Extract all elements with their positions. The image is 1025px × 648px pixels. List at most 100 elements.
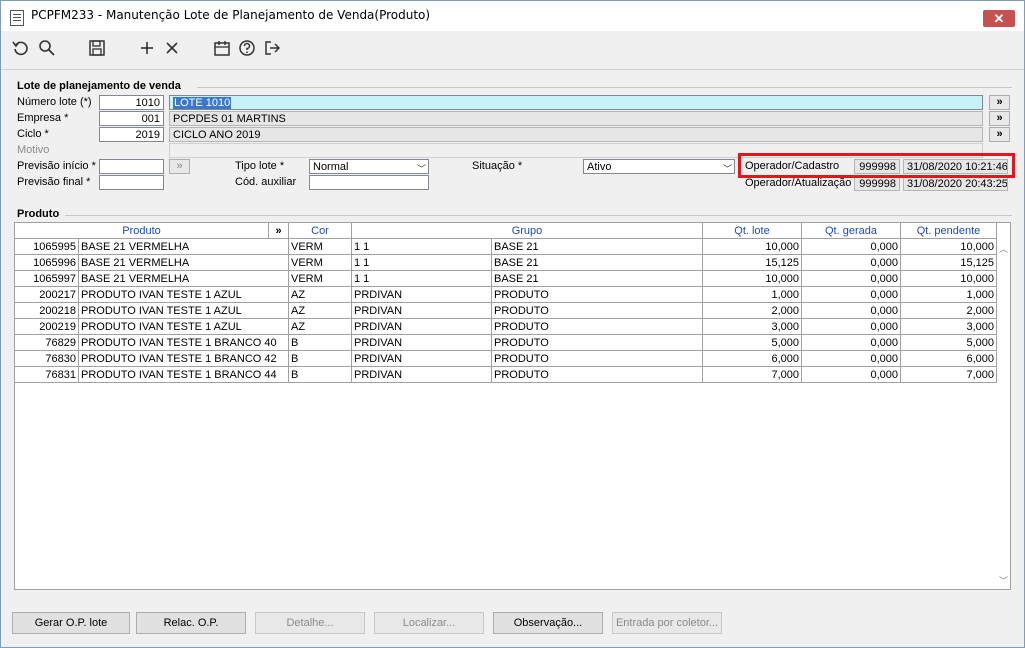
table-row[interactable]: 76829 PRODUTO IVAN TESTE 1 BRANCO 40 B PRDI… (15, 335, 997, 351)
lote-section-title: Lote de planejamento de venda (17, 80, 181, 92)
table-row[interactable]: 200217 PRODUTO IVAN TESTE 1 AZUL AZ PRDIVAN… (15, 287, 997, 303)
table-row[interactable]: 1065996 BASE 21 VERMELHA VERM 1 1 BASE 21 15,… (15, 255, 997, 271)
cod-auxiliar-input[interactable] (309, 175, 429, 190)
search-icon[interactable] (37, 39, 57, 59)
cell-qt-gerada: 0,000 (802, 255, 901, 271)
cod-auxiliar-label: Cód. auxiliar (235, 176, 297, 188)
column-header-cor[interactable]: Cor (289, 223, 352, 239)
cell-qt-pendente: 6,000 (901, 351, 997, 367)
previsao-inicio-label: Previsão início * (17, 160, 96, 172)
scroll-down-icon[interactable]: ﹀ (999, 574, 1008, 587)
scroll-up-icon[interactable]: ︿ (999, 242, 1008, 255)
cell-qt-pendente: 15,125 (901, 255, 997, 271)
table-row[interactable]: 76830 PRODUTO IVAN TESTE 1 BRANCO 42 B PRDI… (15, 351, 997, 367)
previsao-final-label: Previsão final * (17, 176, 91, 188)
numero-lote-label: Número lote (*) (17, 96, 92, 108)
table-row[interactable]: 200218 PRODUTO IVAN TESTE 1 AZUL AZ PRDIVAN… (15, 303, 997, 319)
operador-atualizacao-date: 31/08/2020 20:43:25 (903, 176, 1008, 191)
column-header-grupo[interactable]: Grupo (352, 223, 703, 239)
observacao-button[interactable]: Observação... (493, 612, 603, 634)
cell-cor: B (289, 367, 352, 383)
entrada-coletor-button[interactable]: Entrada por coletor... (612, 612, 722, 634)
table-row[interactable]: 76831 PRODUTO IVAN TESTE 1 BRANCO 44 B PRDI… (15, 367, 997, 383)
save-icon[interactable] (87, 39, 107, 59)
close-button[interactable]: ✕ (983, 10, 1015, 27)
gerar-op-lote-button[interactable]: Gerar O.P. lote (12, 612, 130, 634)
cell-descricao: PRODUTO IVAN TESTE 1 AZUL (79, 287, 289, 303)
cell-codigo: 200218 (15, 303, 79, 319)
cell-codigo: 1065996 (15, 255, 79, 271)
cell-descricao: PRODUTO IVAN TESTE 1 BRANCO 44 (79, 367, 289, 383)
cell-codigo: 200217 (15, 287, 79, 303)
ciclo-input[interactable]: 2019 (99, 127, 164, 142)
tipo-lote-select[interactable]: Normal ﹀ (309, 159, 429, 174)
produto-section-line (65, 215, 1012, 216)
column-header-qt-gerada[interactable]: Qt. gerada (802, 223, 901, 239)
numero-lote-input[interactable]: 1010 (99, 95, 164, 110)
cell-codigo: 76829 (15, 335, 79, 351)
highlight-box (738, 153, 1015, 178)
table-row[interactable]: 1065995 BASE 21 VERMELHA VERM 1 1 BASE 21 10,… (15, 239, 997, 255)
produto-grid[interactable]: Produto » Cor Grupo Qt. lote Qt. gerada … (14, 222, 1011, 590)
relac-op-button[interactable]: Relac. O.P. (136, 612, 246, 634)
previsao-final-input[interactable] (99, 175, 164, 190)
column-header-produto[interactable]: Produto (15, 223, 269, 239)
cell-codigo: 76831 (15, 367, 79, 383)
exit-icon[interactable] (262, 39, 282, 59)
detalhe-button[interactable]: Detalhe... (255, 612, 365, 634)
cell-cor: AZ (289, 319, 352, 335)
cell-qt-gerada: 0,000 (802, 367, 901, 383)
column-header-qt-lote[interactable]: Qt. lote (703, 223, 802, 239)
cell-descricao: PRODUTO IVAN TESTE 1 AZUL (79, 303, 289, 319)
cell-qt-lote: 3,000 (703, 319, 802, 335)
help-icon[interactable] (237, 39, 257, 59)
cell-grupo-codigo: PRDIVAN (352, 303, 492, 319)
add-icon[interactable] (137, 39, 157, 59)
empresa-input[interactable]: 001 (99, 111, 164, 126)
column-header-qt-pendente[interactable]: Qt. pendente (901, 223, 997, 239)
numero-lote-lookup-button[interactable]: » (989, 95, 1010, 110)
grid-scrollbar[interactable]: ︿ ﹀ (997, 239, 1010, 589)
cell-qt-lote: 6,000 (703, 351, 802, 367)
cell-qt-pendente: 2,000 (901, 303, 997, 319)
empresa-lookup-button[interactable]: » (989, 111, 1010, 126)
title-bar: PCPFM233 - Manutenção Lote de Planejamen… (1, 1, 1024, 31)
table-row[interactable]: 200219 PRODUTO IVAN TESTE 1 AZUL AZ PRDIVAN… (15, 319, 997, 335)
main-window: PCPFM233 - Manutenção Lote de Planejamen… (0, 0, 1025, 648)
cell-qt-pendente: 1,000 (901, 287, 997, 303)
numero-lote-description[interactable]: LOTE 1010 (169, 95, 983, 110)
chevron-down-icon: ﹀ (416, 164, 426, 174)
undo-icon[interactable] (11, 39, 31, 59)
previsao-calendar-button[interactable]: » (169, 159, 190, 174)
motivo-label: Motivo (17, 144, 50, 156)
calendar-icon[interactable] (212, 39, 232, 59)
situacao-select[interactable]: Ativo ﹀ (583, 159, 735, 174)
ciclo-description: CICLO ANO 2019 (169, 127, 983, 142)
ciclo-lookup-button[interactable]: » (989, 127, 1010, 142)
situacao-value: Ativo (587, 161, 612, 173)
table-row[interactable]: 1065997 BASE 21 VERMELHA VERM 1 1 BASE 21 10,… (15, 271, 997, 287)
cell-descricao: PRODUTO IVAN TESTE 1 AZUL (79, 319, 289, 335)
ciclo-label: Ciclo * (17, 128, 49, 140)
cell-qt-gerada: 0,000 (802, 287, 901, 303)
lote-section-line (197, 87, 1012, 88)
cell-grupo-nome: PRODUTO (492, 303, 703, 319)
operador-atualizacao-id: 999998 (854, 176, 900, 191)
cell-qt-lote: 7,000 (703, 367, 802, 383)
localizar-button[interactable]: Localizar... (374, 612, 484, 634)
cell-cor: B (289, 351, 352, 367)
toolbar-separator (1, 69, 1024, 70)
tipo-lote-value: Normal (313, 161, 349, 173)
cell-descricao: BASE 21 VERMELHA (79, 271, 289, 287)
cell-qt-gerada: 0,000 (802, 303, 901, 319)
cell-grupo-nome: BASE 21 (492, 255, 703, 271)
produto-section-title: Produto (17, 208, 60, 220)
delete-icon[interactable] (162, 39, 182, 59)
previsao-inicio-input[interactable] (99, 159, 164, 174)
cell-codigo: 1065995 (15, 239, 79, 255)
cell-cor: VERM (289, 271, 352, 287)
cell-qt-lote: 15,125 (703, 255, 802, 271)
column-header-expand[interactable]: » (269, 223, 289, 239)
cell-qt-pendente: 3,000 (901, 319, 997, 335)
cell-qt-gerada: 0,000 (802, 239, 901, 255)
